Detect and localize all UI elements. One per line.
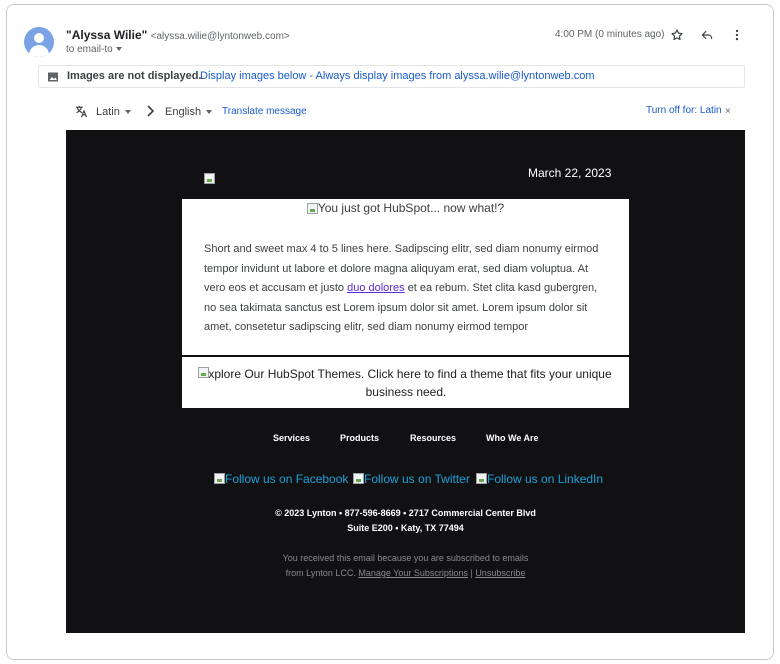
chevron-down-icon (206, 110, 213, 115)
chevron-down-icon (124, 110, 131, 115)
broken-image-icon (214, 473, 225, 484)
content-card: You just got HubSpot... now what!? Short… (182, 199, 629, 355)
recipient-line[interactable]: to email-to (66, 44, 122, 55)
hero-image-alt: You just got HubSpot... now what!? (182, 201, 629, 215)
footer-nav-resources[interactable]: Resources (410, 433, 456, 443)
images-blocked-bar: Images are not displayed. Display images… (38, 65, 745, 88)
recipient-label: to email-to (66, 44, 113, 55)
images-blocked-message: Images are not displayed. (67, 70, 202, 82)
target-language-dropdown[interactable]: English (165, 106, 213, 118)
cta-image-alt[interactable]: Explore Our HubSpot Themes. Click here t… (196, 365, 616, 401)
broken-image-icon (306, 203, 318, 215)
sender-name[interactable]: "Alyssa Wilie" (66, 28, 147, 42)
target-language-label: English (165, 106, 202, 118)
email-body-text: Short and sweet max 4 to 5 lines here. S… (204, 240, 609, 338)
linkedin-alt-text: Follow us on LinkedIn (487, 472, 604, 486)
reply-icon[interactable] (698, 26, 716, 44)
facebook-alt-text: Follow us on Facebook (225, 472, 349, 486)
footer-nav-products[interactable]: Products (340, 433, 379, 443)
hero-alt-text: You just got HubSpot... now what!? (317, 201, 505, 215)
broken-image-icon (198, 367, 209, 378)
cta-card[interactable]: Explore Our HubSpot Themes. Click here t… (182, 357, 629, 408)
subscription-notice: You received this email because you are … (66, 551, 745, 581)
subscription-notice-prefix: from Lynton LCC. (285, 568, 356, 578)
email-body: March 22, 2023 You just got HubSpot... n… (66, 130, 745, 633)
subscription-notice-line-1: You received this email because you are … (282, 553, 529, 563)
link-separator: | (470, 568, 473, 578)
email-date: March 22, 2023 (528, 166, 612, 180)
unsubscribe-link[interactable]: Unsubscribe (475, 568, 525, 578)
turn-off-translation-link[interactable]: Turn off for: Latin (646, 105, 722, 116)
twitter-link[interactable]: Follow us on Twitter (353, 472, 470, 486)
broken-image-icon (353, 473, 364, 484)
message-timestamp: 4:00 PM (0 minutes ago) (555, 29, 665, 40)
sender-email: <alyssa.wilie@lyntonweb.com> (150, 31, 290, 42)
broken-image-icon (476, 473, 487, 484)
image-icon (47, 71, 59, 86)
more-vert-icon[interactable] (728, 26, 746, 44)
cta-alt-text: Explore Our HubSpot Themes. Click here t… (200, 367, 612, 399)
star-icon[interactable] (668, 26, 686, 44)
address-line-2: Suite E200 • Katy, TX 77494 (347, 523, 464, 533)
close-icon[interactable]: × (725, 106, 731, 117)
linkedin-link[interactable]: Follow us on LinkedIn (476, 472, 603, 486)
company-address: © 2023 Lynton • 877-596-8669 • 2717 Comm… (66, 506, 745, 536)
broken-image-icon (204, 173, 215, 184)
subscription-notice-line-2: from Lynton LCC. Manage Your Subscriptio… (66, 566, 745, 581)
source-language-dropdown[interactable]: Latin (96, 106, 131, 118)
sender-line: "Alyssa Wilie" <alyssa.wilie@lyntonweb.c… (66, 28, 290, 42)
translate-message-link[interactable]: Translate message (222, 106, 307, 117)
recipient-details-caret-icon[interactable] (115, 47, 122, 52)
avatar-head-shape (34, 33, 44, 43)
address-line-1: © 2023 Lynton • 877-596-8669 • 2717 Comm… (275, 508, 536, 518)
twitter-alt-text: Follow us on Twitter (364, 472, 470, 486)
facebook-link[interactable]: Follow us on Facebook (214, 472, 348, 486)
footer-nav-who-we-are[interactable]: Who We Are (486, 433, 539, 443)
translate-icon (74, 104, 89, 122)
chevron-right-icon (146, 105, 156, 120)
manage-subscriptions-link[interactable]: Manage Your Subscriptions (358, 568, 468, 578)
display-images-link[interactable]: Display images below - Always display im… (200, 70, 594, 82)
body-inline-link[interactable]: duo dolores (347, 282, 405, 294)
sender-avatar[interactable] (24, 27, 54, 57)
avatar-body-shape (29, 45, 49, 57)
source-language-label: Latin (96, 106, 120, 118)
translate-bar: Latin English Translate message Turn off… (66, 100, 746, 124)
footer-nav-services[interactable]: Services (273, 433, 310, 443)
